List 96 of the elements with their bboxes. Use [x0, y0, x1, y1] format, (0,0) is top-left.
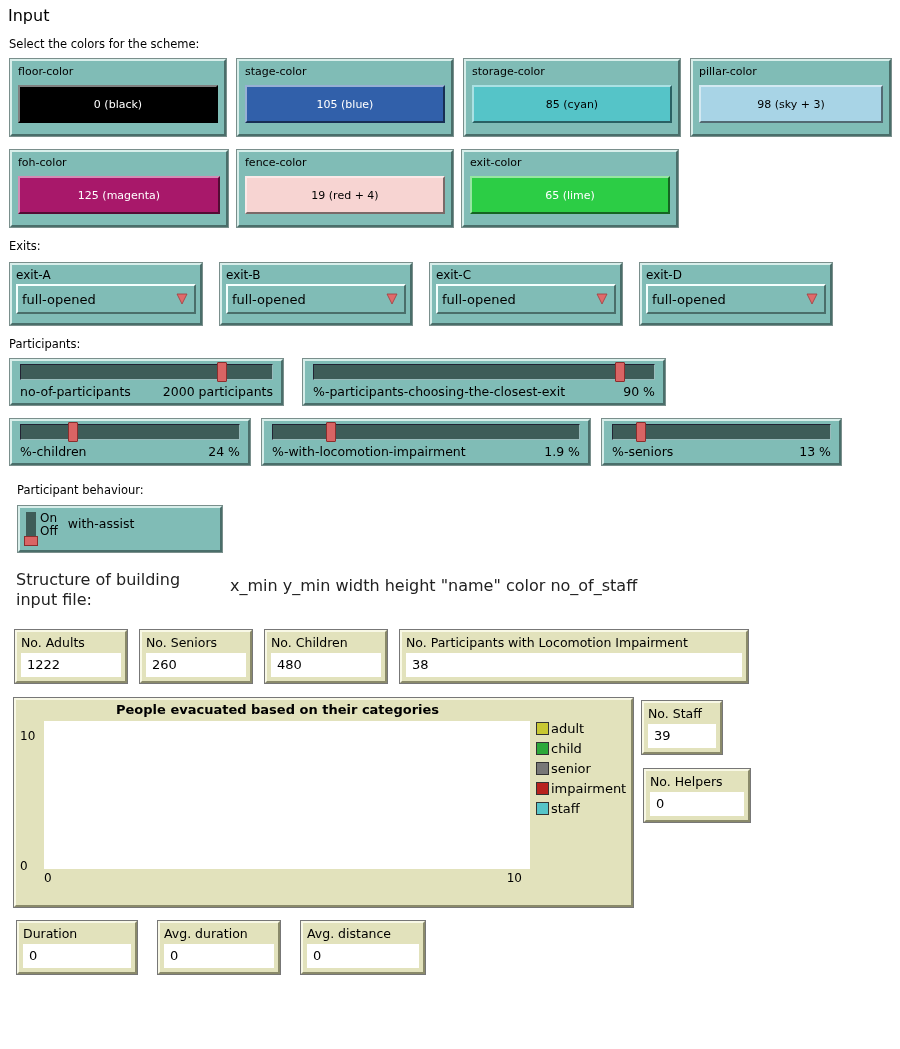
color-chooser[interactable]: exit-color 65 (lime): [462, 150, 678, 227]
dropdown-arrow-icon: [386, 293, 398, 305]
monitor-label: No. Seniors: [146, 635, 219, 650]
slider-value: 24 %: [208, 444, 240, 459]
dropdown[interactable]: full-opened: [436, 284, 616, 314]
monitor-label: Avg. distance: [307, 926, 393, 941]
slider-value: 1.9 %: [544, 444, 580, 459]
slider-track[interactable]: [612, 424, 831, 440]
switch-off-label: Off: [40, 525, 58, 538]
chooser-label: pillar-color: [699, 65, 758, 78]
color-swatch-button[interactable]: 105 (blue): [245, 85, 445, 123]
slider-label: %-with-locomotion-impairment: [272, 444, 466, 459]
slider-thumb[interactable]: [68, 422, 79, 442]
color-swatch-button[interactable]: 98 (sky + 3): [699, 85, 883, 123]
slider[interactable]: %-with-locomotion-impairment 1.9 %: [262, 419, 590, 465]
chooser-label: stage-color: [245, 65, 308, 78]
slider[interactable]: %-seniors 13 %: [602, 419, 841, 465]
switch-toggle[interactable]: [26, 512, 36, 546]
dropdown[interactable]: full-opened: [226, 284, 406, 314]
slider-track[interactable]: [272, 424, 580, 440]
color-chooser[interactable]: pillar-color 98 (sky + 3): [691, 59, 891, 136]
switch-on-label: On: [40, 512, 58, 525]
slider[interactable]: %-participants-choosing-the-closest-exit 90 %: [303, 359, 665, 405]
plot-title: People evacuated based on their categories: [116, 702, 441, 717]
slider-value: 90 %: [623, 384, 655, 399]
dropdown[interactable]: full-opened: [646, 284, 826, 314]
chooser-label: exit-color: [470, 156, 523, 169]
chooser-label: exit-A: [16, 268, 52, 282]
color-chooser[interactable]: foh-color 125 (magenta): [10, 150, 228, 227]
color-swatch-button[interactable]: 85 (cyan): [472, 85, 672, 123]
color-swatch-button[interactable]: 0 (black): [18, 85, 218, 123]
monitor-value: 0: [23, 944, 131, 968]
monitor-label: No. Staff: [648, 706, 703, 721]
color-chooser[interactable]: storage-color 85 (cyan): [464, 59, 680, 136]
monitor-label: Avg. duration: [164, 926, 249, 941]
slider-thumb[interactable]: [326, 422, 337, 442]
slider-label: %-seniors: [612, 444, 674, 459]
color-chooser[interactable]: floor-color 0 (black): [10, 59, 226, 136]
section-label: Select the colors for the scheme:: [9, 37, 201, 51]
dropdown-arrow-icon: [806, 293, 818, 305]
slider-thumb[interactable]: [615, 362, 625, 382]
monitor-value: 0: [307, 944, 419, 968]
slider-thumb[interactable]: [636, 422, 647, 442]
monitor-label: Duration: [23, 926, 79, 941]
slider-track[interactable]: [20, 364, 273, 380]
section-label: Participant behaviour:: [17, 483, 145, 497]
monitor-label: No. Participants with Locomotion Impairment: [406, 635, 689, 650]
monitor-value: 38: [406, 653, 742, 677]
color-chooser[interactable]: fence-color 19 (red + 4): [237, 150, 453, 227]
section-label: Participants:: [9, 337, 82, 351]
color-swatch-button[interactable]: 19 (red + 4): [245, 176, 445, 214]
monitor-value: 0: [650, 792, 744, 816]
chooser-label: fence-color: [245, 156, 308, 169]
y-tick-label: 10: [20, 729, 37, 743]
color-chooser[interactable]: stage-color 105 (blue): [237, 59, 453, 136]
color-swatch-button[interactable]: 125 (magenta): [18, 176, 220, 214]
slider-thumb[interactable]: [216, 362, 227, 382]
monitor-value: 39: [648, 724, 716, 748]
slider-label: no-of-participants: [20, 384, 131, 399]
x-tick-label: 0: [44, 871, 52, 885]
switch-label: with-assist: [67, 516, 135, 531]
slider-track[interactable]: [20, 424, 240, 440]
legend-label: impairment: [551, 781, 627, 796]
chooser-label: exit-D: [646, 268, 683, 282]
chooser-label: exit-B: [226, 268, 262, 282]
chooser-label: exit-C: [436, 268, 473, 282]
monitor-value: 0: [164, 944, 274, 968]
monitor-label: No. Helpers: [650, 774, 724, 789]
dropdown[interactable]: full-opened: [16, 284, 196, 314]
slider[interactable]: no-of-participants 2000 participants: [10, 359, 283, 405]
section-label: Exits:: [9, 239, 42, 253]
y-tick-label: 0: [20, 859, 29, 873]
monitor-value: 480: [271, 653, 381, 677]
page-heading: Input: [8, 6, 51, 25]
x-tick-label: 10: [506, 871, 522, 885]
legend-label: child: [551, 741, 582, 756]
slider-label: %-children: [20, 444, 87, 459]
monitor-label: No. Children: [271, 635, 349, 650]
chooser-label: floor-color: [18, 65, 75, 78]
chooser-label: storage-color: [472, 65, 546, 78]
structure-label: Structure of building input file:: [16, 570, 182, 610]
slider-label: %-participants-choosing-the-closest-exit: [313, 384, 566, 399]
legend-label: senior: [551, 761, 591, 776]
legend-label: adult: [551, 721, 585, 736]
slider-value: 2000 participants: [162, 384, 273, 399]
structure-format-text: x_min y_min width height "name" color no_of_staff: [230, 576, 638, 595]
slider-track[interactable]: [313, 364, 655, 380]
legend-label: staff: [551, 801, 580, 816]
monitor-label: No. Adults: [21, 635, 86, 650]
chooser-label: foh-color: [18, 156, 68, 169]
monitor-value: 1222: [21, 653, 121, 677]
slider-value: 13 %: [799, 444, 831, 459]
monitor-value: 260: [146, 653, 246, 677]
dropdown-arrow-icon: [596, 293, 608, 305]
dropdown-arrow-icon: [176, 293, 188, 305]
slider[interactable]: %-children 24 %: [10, 419, 250, 465]
